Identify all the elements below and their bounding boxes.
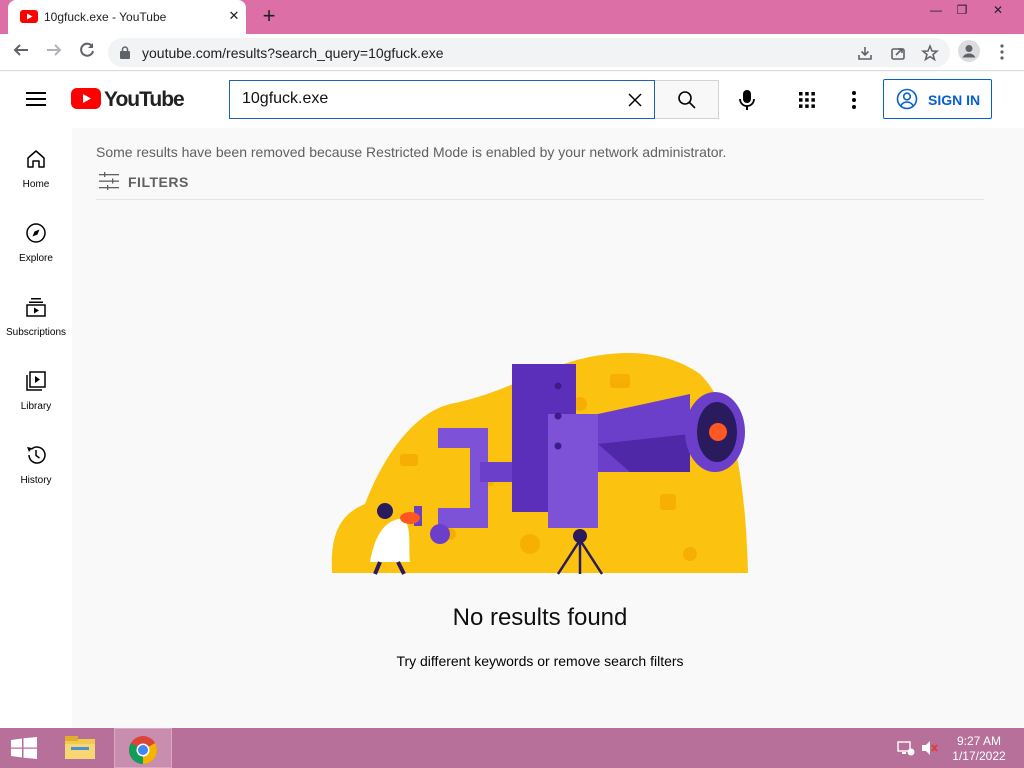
close-window-button[interactable]: ✕ xyxy=(982,0,1014,20)
restore-button[interactable]: ❐ xyxy=(946,0,978,20)
youtube-favicon-icon xyxy=(20,10,38,23)
hamburger-menu-icon[interactable] xyxy=(26,91,46,107)
profile-avatar-icon[interactable] xyxy=(958,40,980,62)
clock-date: 1/17/2022 xyxy=(952,749,1006,763)
sidebar-item-library[interactable]: Library xyxy=(0,350,72,424)
library-icon xyxy=(26,371,46,391)
tab-close-icon[interactable]: ✕ xyxy=(226,8,242,24)
reload-icon xyxy=(80,42,94,57)
windows-taskbar: 9:27 AM 1/17/2022 xyxy=(0,728,1024,768)
home-icon xyxy=(27,150,45,168)
sidebar-item-label: Subscriptions xyxy=(5,327,67,338)
clear-search-icon[interactable] xyxy=(626,91,644,109)
youtube-header: YouTube 10gfuck.exe SIGN IN xyxy=(0,72,1024,128)
search-query-text: 10gfuck.exe xyxy=(242,90,329,107)
browser-titlebar: 10gfuck.exe - YouTube ✕ + — ❐ ✕ xyxy=(0,0,1024,34)
sidebar-item-explore[interactable]: Explore xyxy=(0,202,72,276)
filter-sliders-icon xyxy=(99,172,119,190)
microphone-icon[interactable] xyxy=(736,88,758,112)
browser-menu-icon[interactable] xyxy=(996,42,1008,62)
clock-time: 9:27 AM xyxy=(956,734,1002,748)
forward-button[interactable] xyxy=(42,41,66,65)
browser-toolbar: youtube.com/results?search_query=10gfuck… xyxy=(0,34,1024,71)
bookmark-star-icon[interactable] xyxy=(921,44,939,62)
chrome-icon xyxy=(129,736,157,764)
sidebar-item-subscriptions[interactable]: Subscriptions xyxy=(0,276,72,350)
address-bar[interactable]: youtube.com/results?search_query=10gfuck… xyxy=(108,38,950,67)
search-icon xyxy=(678,91,696,109)
browser-tab-active[interactable]: 10gfuck.exe - YouTube ✕ xyxy=(8,0,246,34)
url-text: youtube.com/results?search_query=10gfuck… xyxy=(142,45,444,61)
restricted-mode-notice: Some results have been removed because R… xyxy=(96,144,727,160)
volume-muted-icon[interactable] xyxy=(920,740,938,756)
tab-title: 10gfuck.exe - YouTube xyxy=(44,10,167,24)
arrow-left-icon xyxy=(13,44,28,56)
no-results-title: No results found xyxy=(452,604,628,631)
back-button[interactable] xyxy=(9,41,33,65)
reload-button[interactable] xyxy=(75,41,99,65)
sidebar-item-label: Explore xyxy=(19,253,53,264)
new-tab-button[interactable]: + xyxy=(256,5,282,29)
sidebar-item-label: Home xyxy=(22,179,50,190)
apps-grid-icon[interactable] xyxy=(798,91,816,109)
settings-more-icon[interactable] xyxy=(850,90,858,110)
filters-divider xyxy=(96,199,984,200)
share-icon[interactable] xyxy=(889,44,907,62)
sidebar-item-home[interactable]: Home xyxy=(0,128,72,202)
sidebar-item-label: History xyxy=(20,475,52,486)
lock-icon xyxy=(120,46,130,59)
filters-label: FILTERS xyxy=(128,174,189,190)
history-icon xyxy=(27,446,46,464)
arrow-right-icon xyxy=(47,44,62,56)
no-results-subtitle: Try different keywords or remove search … xyxy=(396,653,684,669)
youtube-logo-text[interactable]: YouTube xyxy=(104,88,185,112)
sidebar-item-label: Library xyxy=(20,401,52,412)
install-icon[interactable] xyxy=(856,44,874,62)
search-button[interactable] xyxy=(655,80,719,119)
subscriptions-icon xyxy=(26,298,46,317)
guide-sidebar: Home Explore Subscriptions Library Histo… xyxy=(0,128,72,728)
sign-in-button[interactable]: SIGN IN xyxy=(883,79,992,119)
sidebar-item-history[interactable]: History xyxy=(0,424,72,498)
network-icon[interactable] xyxy=(897,740,915,756)
system-clock[interactable]: 9:27 AM 1/17/2022 xyxy=(944,734,1014,764)
compass-icon xyxy=(26,223,46,243)
sign-in-label: SIGN IN xyxy=(928,92,981,108)
file-explorer-icon[interactable] xyxy=(62,733,98,763)
account-circle-icon xyxy=(896,88,918,110)
no-results-telescope-illustration xyxy=(331,353,748,575)
youtube-logo-icon[interactable] xyxy=(71,88,101,109)
windows-start-icon[interactable] xyxy=(10,737,38,759)
search-input[interactable]: 10gfuck.exe xyxy=(229,80,655,119)
taskbar-chrome-button[interactable] xyxy=(114,728,172,768)
